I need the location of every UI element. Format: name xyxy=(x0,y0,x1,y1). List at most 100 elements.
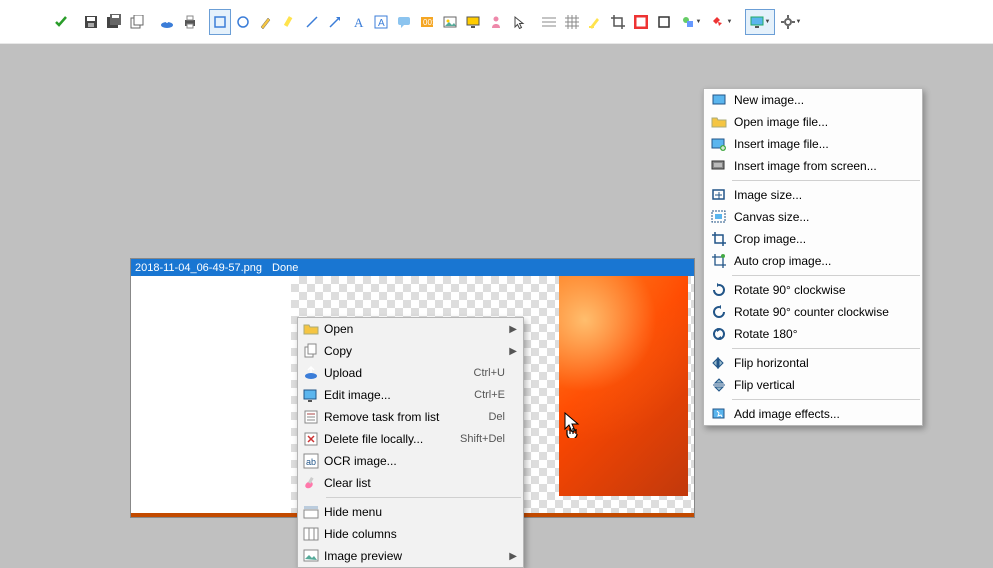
drop-canvas-size[interactable]: Canvas size... xyxy=(704,206,922,228)
insertimg-icon xyxy=(704,136,734,152)
delete-icon xyxy=(298,431,324,447)
drop-new-image[interactable]: New image... xyxy=(704,89,922,111)
status-label: Done xyxy=(272,262,298,274)
open-icon xyxy=(298,321,324,337)
ctx-copy[interactable]: Copy ▶ xyxy=(298,340,523,362)
menu-item-label: OCR image... xyxy=(324,454,505,468)
menu-item-label: Canvas size... xyxy=(734,210,904,224)
ctx-delete-file-locally[interactable]: Delete file locally...Shift+Del xyxy=(298,428,523,450)
save-all-icon[interactable] xyxy=(103,9,125,35)
menu-item-label: Crop image... xyxy=(734,232,904,246)
upload-icon xyxy=(298,365,324,381)
menu-item-label: Insert image from screen... xyxy=(734,159,904,173)
drop-insert-image-file[interactable]: Insert image file... xyxy=(704,133,922,155)
ctx-clear-list[interactable]: Clear list xyxy=(298,472,523,494)
menu-item-shortcut: Ctrl+U xyxy=(474,367,505,379)
gear-icon[interactable]: ▼ xyxy=(776,9,806,35)
arrow-icon[interactable] xyxy=(324,9,346,35)
ctx-image-preview[interactable]: Image preview ▶ xyxy=(298,545,523,567)
monitor-icon[interactable] xyxy=(462,9,484,35)
copy-icon[interactable] xyxy=(126,9,148,35)
pointer-icon[interactable] xyxy=(508,9,530,35)
preview-icon xyxy=(298,548,324,564)
menu-item-label: Image size... xyxy=(734,188,904,202)
submenu-arrow-icon: ▶ xyxy=(509,346,517,357)
drop-rotate-90-counter-clockwise[interactable]: Rotate 90° counter clockwise xyxy=(704,301,922,323)
menu-item-label: Add image effects... xyxy=(734,407,904,421)
print-icon[interactable] xyxy=(179,9,201,35)
menu-item-shortcut: Ctrl+E xyxy=(474,389,505,401)
drop-flip-horizontal[interactable]: Flip horizontal xyxy=(704,352,922,374)
submenu-arrow-icon: ▶ xyxy=(509,551,517,562)
fx-icon[interactable]: ▼ xyxy=(707,9,737,35)
svg-text:A: A xyxy=(378,18,385,29)
drop-open-image-file[interactable]: Open image file... xyxy=(704,111,922,133)
image-icon[interactable] xyxy=(439,9,461,35)
task-list[interactable] xyxy=(131,276,291,517)
ellipse-select-icon[interactable] xyxy=(232,9,254,35)
pencil-icon[interactable] xyxy=(255,9,277,35)
ctx-hide-columns[interactable]: Hide columns xyxy=(298,523,523,545)
hidecol-icon xyxy=(298,526,324,542)
menu-separator xyxy=(732,275,920,276)
ok-icon[interactable] xyxy=(50,9,72,35)
shapes-icon[interactable]: ▼ xyxy=(676,9,706,35)
menu-item-label: Auto crop image... xyxy=(734,254,904,268)
drop-insert-image-from-screen[interactable]: Insert image from screen... xyxy=(704,155,922,177)
rect-select-icon[interactable] xyxy=(209,9,231,35)
menu-item-label: Rotate 90° counter clockwise xyxy=(734,305,904,319)
ctx-hide-menu[interactable]: Hide menu xyxy=(298,501,523,523)
menu-item-label: Clear list xyxy=(324,476,505,490)
menu-item-label: Open xyxy=(324,322,505,336)
svg-text:ab: ab xyxy=(306,457,316,467)
menu-item-label: Hide menu xyxy=(324,505,505,519)
menu-separator xyxy=(732,180,920,181)
menu-item-label: Open image file... xyxy=(734,115,904,129)
grid2-icon[interactable] xyxy=(561,9,583,35)
menu-item-label: Remove task from list xyxy=(324,410,476,424)
imgsize-icon xyxy=(704,187,734,203)
ctx-edit-image[interactable]: Edit image...Ctrl+E xyxy=(298,384,523,406)
ctx-open[interactable]: Open▶ xyxy=(298,318,523,340)
rot180-icon xyxy=(704,326,734,342)
svg-text:A: A xyxy=(354,15,364,29)
menu-item-label: Rotate 180° xyxy=(734,327,904,341)
remove-icon xyxy=(298,409,324,425)
marker-icon[interactable] xyxy=(278,9,300,35)
text-outline-icon[interactable]: A xyxy=(370,9,392,35)
filename-label: 2018-11-04_06-49-57.png xyxy=(135,262,262,274)
drop-auto-crop-image[interactable]: Auto crop image... xyxy=(704,250,922,272)
menu-item-shortcut: Del xyxy=(488,411,505,423)
menu-item-label: Copy xyxy=(324,344,505,358)
drop-image-size[interactable]: Image size... xyxy=(704,184,922,206)
highlight-icon[interactable] xyxy=(584,9,606,35)
ctx-remove-task-from-list[interactable]: Remove task from list Del xyxy=(298,406,523,428)
step-icon[interactable]: 001 xyxy=(416,9,438,35)
save-icon[interactable] xyxy=(80,9,102,35)
screen-icon[interactable]: ▼ xyxy=(745,9,775,35)
text-icon[interactable]: A xyxy=(347,9,369,35)
line-icon[interactable] xyxy=(301,9,323,35)
drop-rotate-90-clockwise[interactable]: Rotate 90° clockwise xyxy=(704,279,922,301)
crop-icon[interactable] xyxy=(607,9,629,35)
image-content xyxy=(559,276,688,496)
drop-crop-image[interactable]: Crop image... xyxy=(704,228,922,250)
upload-icon[interactable] xyxy=(156,9,178,35)
border-red-icon[interactable] xyxy=(630,9,652,35)
menu-item-label: Hide columns xyxy=(324,527,505,541)
ctx-ocr-image[interactable]: ab OCR image... xyxy=(298,450,523,472)
speech-icon[interactable] xyxy=(393,9,415,35)
drop-flip-vertical[interactable]: Flip vertical xyxy=(704,374,922,396)
ctx-upload[interactable]: UploadCtrl+U xyxy=(298,362,523,384)
menu-item-label: Insert image file... xyxy=(734,137,904,151)
border-black-icon[interactable] xyxy=(653,9,675,35)
menu-item-label: Image preview xyxy=(324,549,505,563)
drop-add-image-effects[interactable]: Add image effects... xyxy=(704,403,922,425)
menu-item-label: New image... xyxy=(734,93,904,107)
drop-rotate-180[interactable]: Rotate 180° xyxy=(704,323,922,345)
grid1-icon[interactable] xyxy=(538,9,560,35)
titlebar[interactable]: 2018-11-04_06-49-57.png Done xyxy=(131,259,694,276)
person-icon[interactable] xyxy=(485,9,507,35)
workspace: 2018-11-04_06-49-57.png Done Open▶ Copy ▶ U… xyxy=(0,44,993,538)
context-menu: Open▶Copy▶UploadCtrl+UEdit image...Ctrl+… xyxy=(297,317,524,568)
